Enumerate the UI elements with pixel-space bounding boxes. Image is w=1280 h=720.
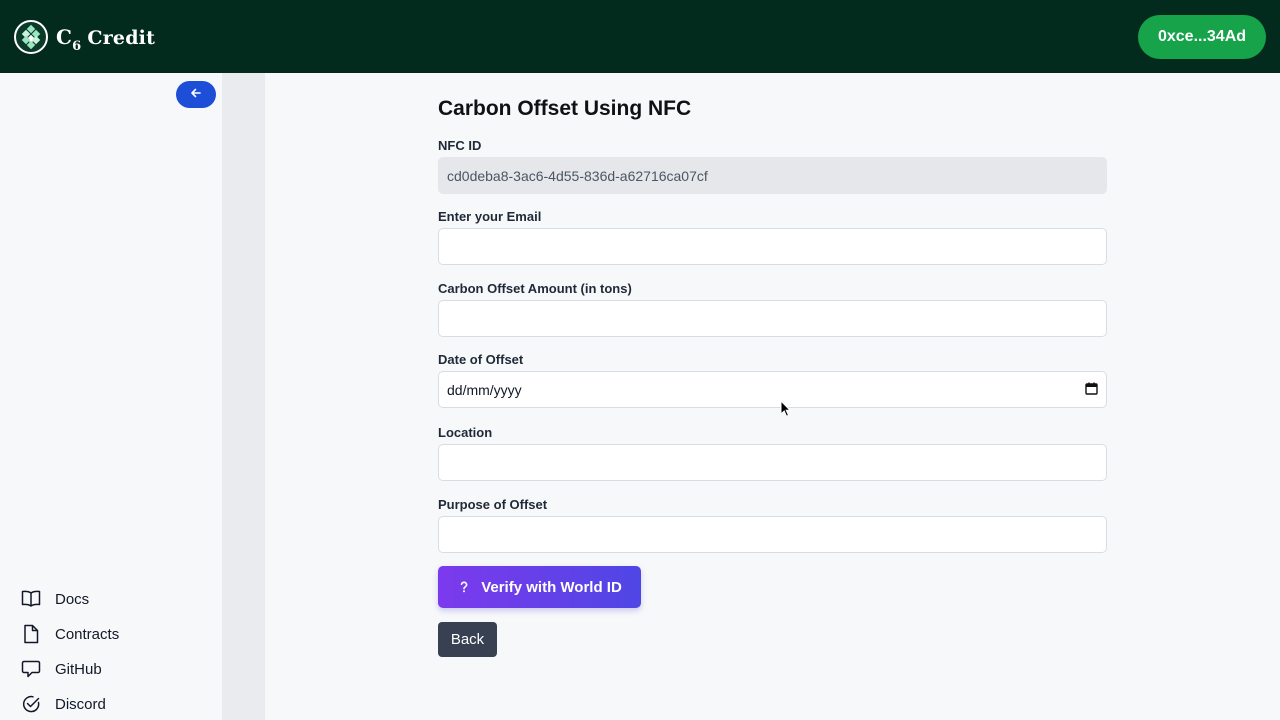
sidebar: Docs Contracts GitHub Discord [0, 73, 222, 720]
logo-text: C6 Credit [56, 25, 156, 54]
sidebar-item-docs[interactable]: Docs [20, 586, 210, 612]
logo-word: Credit [87, 27, 156, 49]
purpose-field[interactable] [438, 516, 1107, 553]
date-label: Date of Offset [438, 352, 524, 367]
calendar-icon[interactable] [1085, 382, 1098, 398]
sidebar-item-label: Docs [55, 590, 90, 608]
app-logo[interactable]: C6 Credit [14, 20, 155, 54]
email-field[interactable] [438, 228, 1107, 265]
sidebar-item-github[interactable]: GitHub [20, 656, 210, 682]
email-label: Enter your Email [438, 209, 542, 224]
book-icon [20, 588, 42, 610]
nfc-id-label: NFC ID [438, 138, 482, 153]
discord-icon [20, 693, 42, 715]
amount-field[interactable] [438, 300, 1107, 337]
logo-icon [14, 20, 48, 54]
nfc-id-value: cd0deba8-3ac6-4d55-836d-a62716ca07cf [447, 167, 708, 184]
purpose-label: Purpose of Offset [438, 497, 548, 512]
location-field[interactable] [438, 444, 1107, 481]
sidebar-item-discord[interactable]: Discord [20, 691, 210, 717]
arrow-left-icon [190, 86, 202, 104]
date-placeholder: dd/mm/yyyy [447, 381, 522, 398]
wallet-button[interactable]: 0xce...34Ad [1138, 15, 1266, 59]
sidebar-gutter [222, 73, 265, 720]
verify-world-id-button[interactable]: Verify with World ID [438, 566, 641, 608]
file-icon [20, 623, 42, 645]
world-id-icon [457, 580, 471, 594]
github-icon [20, 658, 42, 680]
amount-label: Carbon Offset Amount (in tons) [438, 281, 632, 296]
location-label: Location [438, 425, 493, 440]
top-bar: C6 Credit 0xce...34Ad [0, 0, 1280, 73]
sidebar-item-label: GitHub [55, 660, 102, 678]
logo-letter: C [56, 25, 73, 49]
sidebar-item-label: Discord [55, 695, 106, 713]
date-field[interactable]: dd/mm/yyyy [438, 371, 1107, 408]
sidebar-item-contracts[interactable]: Contracts [20, 621, 210, 647]
mouse-cursor-icon [780, 399, 792, 423]
logo-subscript: 6 [72, 39, 82, 54]
collapse-sidebar-button[interactable] [176, 81, 216, 108]
verify-button-label: Verify with World ID [481, 578, 622, 596]
back-button[interactable]: Back [438, 622, 497, 657]
sidebar-item-label: Contracts [55, 625, 120, 643]
page-title: Carbon Offset Using NFC [438, 97, 692, 120]
nfc-id-field: cd0deba8-3ac6-4d55-836d-a62716ca07cf [438, 157, 1107, 194]
